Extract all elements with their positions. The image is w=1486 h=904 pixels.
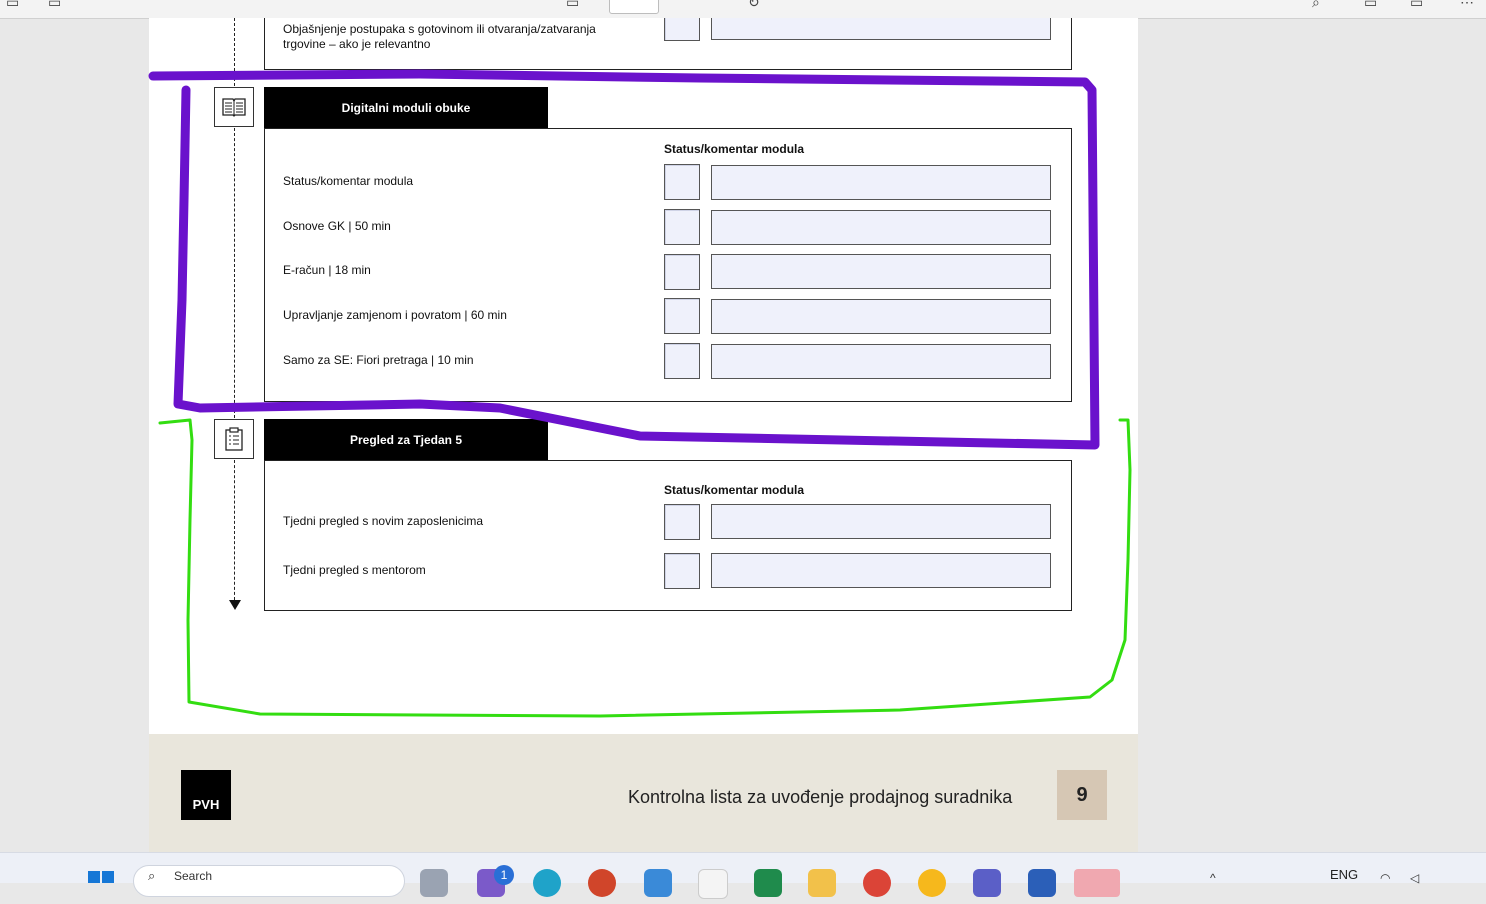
word-icon[interactable] [1028,869,1056,897]
task-view-icon[interactable] [420,869,448,897]
page-number-input[interactable] [609,0,659,14]
search-placeholder: Search [174,869,213,883]
clipboard-icon [214,419,254,459]
menu-icon[interactable]: ▭ [6,0,19,11]
timeline-arrow-icon [229,600,241,610]
sidebar-icon[interactable]: ▭ [48,0,61,11]
print-icon[interactable]: ▭ [1364,0,1377,11]
wifi-icon[interactable]: ◠ [1380,871,1390,885]
column-header: Status/komentar modula [664,483,805,497]
week5-review-box: Status/komentar modula Tjedni pregled s … [264,460,1072,611]
status-checkbox[interactable] [664,343,700,379]
powerpoint-icon[interactable] [588,869,616,897]
status-checkbox[interactable] [664,298,700,334]
notification-badge: 1 [494,865,514,885]
comment-field[interactable] [711,299,1051,334]
status-checkbox[interactable] [664,504,700,540]
row-label: Upravljanje zamjenom i povratom | 60 min [283,308,507,322]
taskbar-search[interactable]: ⌕ Search [133,865,405,897]
prev-section-box: Objašnjenje postupaka s gotovinom ili ot… [264,18,1072,70]
row-label: Objašnjenje postupaka s gotovinom ili ot… [283,22,596,51]
rotate-icon[interactable]: ↻ [748,0,760,11]
outlook-icon[interactable] [1074,869,1120,897]
row-label: Tjedni pregled s mentorom [283,563,426,577]
comment-field[interactable] [711,210,1051,245]
windows-taskbar: ⌕ Search 1 ^ ENG ◠ ◁ [0,852,1486,899]
search-icon[interactable]: ⌕ [1312,0,1320,11]
pdf-viewer-toolbar: ▭ ▭ ▭ ↻ ⌕ ▭ ▭ ⋯ [0,0,1486,19]
windows-start-icon[interactable] [88,871,116,904]
chevron-up-icon[interactable]: ^ [1210,871,1216,885]
footer-title: Kontrolna lista za uvođenje prodajnog su… [628,787,1013,807]
save-icon[interactable]: ▭ [1410,0,1423,11]
comment-field[interactable] [711,553,1051,588]
page-number: 9 [1057,770,1107,820]
file-explorer-icon[interactable] [808,869,836,897]
row-label: Osnove GK | 50 min [283,219,391,233]
row-label: Samo za SE: Fiori pretraga | 10 min [283,353,474,367]
timeline-line [234,460,235,600]
status-checkbox[interactable] [664,553,700,589]
chrome-icon[interactable] [863,869,891,897]
more-icon[interactable]: ⋯ [1460,0,1474,11]
status-checkbox[interactable] [664,18,700,41]
column-header: Status/komentar modula [664,142,805,156]
row-label: Tjedni pregled s novim zaposlenicima [283,514,484,528]
section-title-week5: Pregled za Tjedan 5 [264,419,548,460]
comment-field[interactable] [711,165,1051,200]
volume-icon[interactable]: ◁ [1410,871,1419,885]
edge-icon[interactable] [533,869,561,897]
comment-field[interactable] [711,18,1051,40]
calendar-icon[interactable] [698,869,728,899]
status-checkbox[interactable] [664,209,700,245]
page-footer: PVH Kontrolna lista za uvođenje prodajno… [149,734,1138,852]
section-title-digital: Digitalni moduli obuke [264,87,548,128]
status-checkbox[interactable] [664,164,700,200]
row-label: E-račun | 18 min [283,263,371,277]
document-page: Objašnjenje postupaka s gotovinom ili ot… [149,18,1138,734]
teams-icon[interactable] [973,869,1001,897]
copilot-icon[interactable] [644,869,672,897]
row-label: Status/komentar modula [283,174,414,188]
language-indicator[interactable]: ENG [1330,867,1358,882]
digital-modules-box: Status/komentar modula Status/komentar m… [264,128,1072,402]
comment-field[interactable] [711,254,1051,289]
timeline-line [234,18,235,86]
page-view-icon[interactable]: ▭ [566,0,579,11]
excel-icon[interactable] [754,869,782,897]
pvh-logo: PVH [181,770,231,820]
weather-icon[interactable] [918,869,946,897]
comment-field[interactable] [711,344,1051,379]
book-icon [214,87,254,127]
timeline-line [234,128,235,418]
comment-field[interactable] [711,504,1051,539]
status-checkbox[interactable] [664,254,700,290]
